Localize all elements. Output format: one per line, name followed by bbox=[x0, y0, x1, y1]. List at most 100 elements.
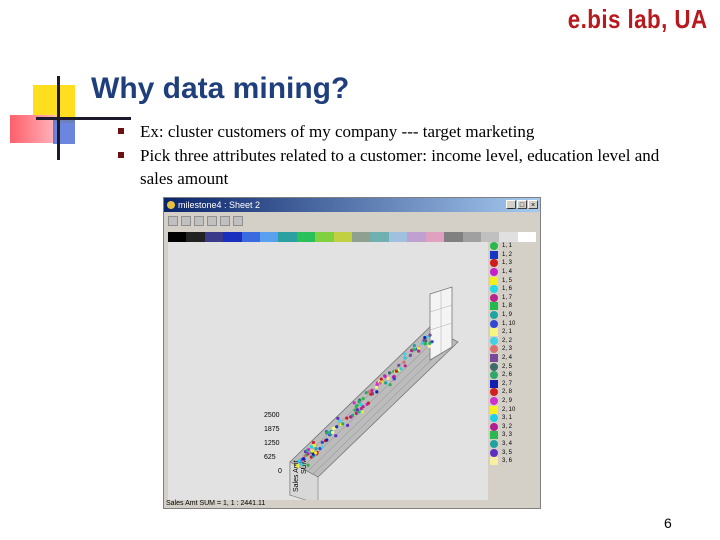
legend-label: 2, 4 bbox=[502, 355, 513, 362]
scatter-point bbox=[334, 434, 338, 438]
scatter-point bbox=[325, 438, 329, 442]
scatter-point bbox=[412, 344, 416, 348]
legend-item: 1, 10 bbox=[490, 319, 538, 328]
legend-label: 1, 7 bbox=[502, 294, 513, 301]
scatter-point bbox=[309, 445, 314, 449]
legend-label: 1, 1 bbox=[502, 243, 513, 250]
legend: 1, 1 1, 2 1, 3 1, 4 1, 5 1, 6 1, 7 1, 8 1, 9 1, 1… bbox=[490, 242, 538, 500]
bullet-text: Ex: cluster customers of my company --- … bbox=[140, 122, 535, 141]
legend-swatch-icon bbox=[490, 259, 498, 268]
palette-swatch[interactable] bbox=[480, 232, 500, 242]
legend-item: 3, 2 bbox=[490, 422, 538, 431]
legend-label: 1, 6 bbox=[502, 286, 513, 293]
palette-swatch[interactable] bbox=[278, 232, 297, 242]
legend-swatch-icon bbox=[490, 414, 498, 423]
scatter-point bbox=[346, 423, 350, 427]
palette-swatch[interactable] bbox=[223, 232, 242, 242]
slide-title: Why data mining? bbox=[91, 72, 350, 105]
palette-swatch[interactable] bbox=[260, 232, 279, 242]
scatter-point bbox=[375, 390, 379, 394]
legend-label: 2, 7 bbox=[502, 380, 513, 387]
scatter-point bbox=[422, 338, 426, 342]
palette-swatch[interactable] bbox=[315, 232, 334, 242]
palette-swatch[interactable] bbox=[444, 232, 463, 242]
scatter-point bbox=[361, 397, 365, 401]
bullet-item: Ex: cluster customers of my company --- … bbox=[118, 120, 688, 143]
palette-swatch[interactable] bbox=[388, 232, 408, 242]
scatter-point bbox=[412, 347, 416, 351]
scatter-point bbox=[357, 400, 361, 404]
palette-swatch[interactable] bbox=[462, 232, 481, 242]
legend-label: 2, 8 bbox=[502, 389, 513, 396]
minimize-button[interactable]: _ bbox=[506, 200, 516, 209]
scatter-point bbox=[299, 462, 303, 466]
legend-swatch-icon bbox=[490, 250, 498, 259]
chart-window: milestone4 : Sheet 2 _ □ × 2500 1875 125… bbox=[163, 197, 541, 509]
maximize-button[interactable]: □ bbox=[517, 200, 527, 209]
status-bar: Sales Amt SUM = 1, 1 : 2441.11 bbox=[166, 500, 266, 507]
legend-label: 3, 5 bbox=[502, 449, 513, 456]
legend-swatch-icon bbox=[490, 319, 498, 328]
bar-chart-icon[interactable] bbox=[207, 216, 217, 226]
scatter-point bbox=[306, 452, 310, 456]
scatter-point bbox=[403, 364, 407, 368]
palette-swatch[interactable] bbox=[499, 232, 518, 242]
legend-item: 2, 1 bbox=[490, 328, 538, 337]
legend-swatch-icon bbox=[490, 371, 498, 380]
bullet-item: Pick three attributes related to a custo… bbox=[118, 144, 688, 190]
palette-swatch[interactable] bbox=[168, 232, 187, 242]
scatter-point bbox=[359, 402, 363, 407]
palette-swatch[interactable] bbox=[296, 232, 316, 242]
legend-label: 2, 3 bbox=[502, 346, 513, 353]
palette-swatch[interactable] bbox=[407, 232, 426, 242]
window-toolbar bbox=[164, 212, 540, 230]
legend-item: 3, 3 bbox=[490, 431, 538, 440]
scatter-point bbox=[314, 451, 318, 455]
legend-swatch-icon bbox=[490, 439, 498, 448]
legend-label: 3, 4 bbox=[502, 440, 513, 447]
legend-swatch-icon bbox=[490, 336, 498, 345]
scatter-point bbox=[345, 416, 349, 420]
y-tick-label: 1875 bbox=[264, 426, 280, 433]
legend-label: 1, 5 bbox=[502, 277, 513, 284]
legend-item: 2, 7 bbox=[490, 379, 538, 389]
scatter-point bbox=[349, 415, 353, 419]
close-button[interactable]: × bbox=[528, 200, 538, 209]
scatter-plot-area[interactable]: 2500 1875 1250 625 0 Sales Amt SUM bbox=[168, 242, 488, 505]
window-titlebar[interactable]: milestone4 : Sheet 2 _ □ × bbox=[164, 198, 540, 212]
palette-swatch[interactable] bbox=[370, 232, 389, 242]
save-icon[interactable] bbox=[194, 216, 204, 226]
palette-swatch[interactable] bbox=[425, 232, 445, 242]
rotate-icon[interactable] bbox=[233, 216, 243, 226]
palette-swatch[interactable] bbox=[352, 232, 371, 242]
bullet-square-icon bbox=[118, 128, 124, 134]
scatter-point bbox=[306, 463, 310, 467]
palette-swatch[interactable] bbox=[186, 232, 205, 242]
new-icon[interactable] bbox=[168, 216, 178, 226]
legend-swatch-icon bbox=[490, 293, 498, 302]
scatter-point bbox=[336, 416, 340, 420]
palette-swatch[interactable] bbox=[204, 232, 224, 242]
scatter-point bbox=[403, 356, 407, 360]
scatter-point bbox=[379, 377, 383, 381]
deco-horizontal-line bbox=[36, 117, 131, 120]
scatter-point bbox=[296, 463, 300, 468]
legend-item: 1, 2 bbox=[490, 250, 538, 260]
chart-icon[interactable] bbox=[220, 216, 230, 226]
scatter-point bbox=[352, 401, 356, 405]
legend-label: 1, 3 bbox=[502, 260, 513, 267]
legend-swatch-icon bbox=[490, 422, 498, 431]
scatter-point bbox=[403, 352, 407, 356]
window-controls: _ □ × bbox=[506, 200, 538, 209]
open-icon[interactable] bbox=[181, 216, 191, 226]
legend-item: 3, 1 bbox=[490, 414, 538, 423]
palette-swatch[interactable] bbox=[333, 232, 353, 242]
legend-label: 3, 1 bbox=[502, 415, 513, 422]
palette-swatch[interactable] bbox=[241, 232, 261, 242]
scatter-point bbox=[331, 430, 335, 435]
palette-swatch[interactable] bbox=[517, 232, 537, 242]
scatter-point bbox=[359, 407, 363, 411]
bullet-square-icon bbox=[118, 152, 124, 158]
scatter-point bbox=[325, 430, 329, 435]
scatter-point bbox=[402, 360, 406, 364]
